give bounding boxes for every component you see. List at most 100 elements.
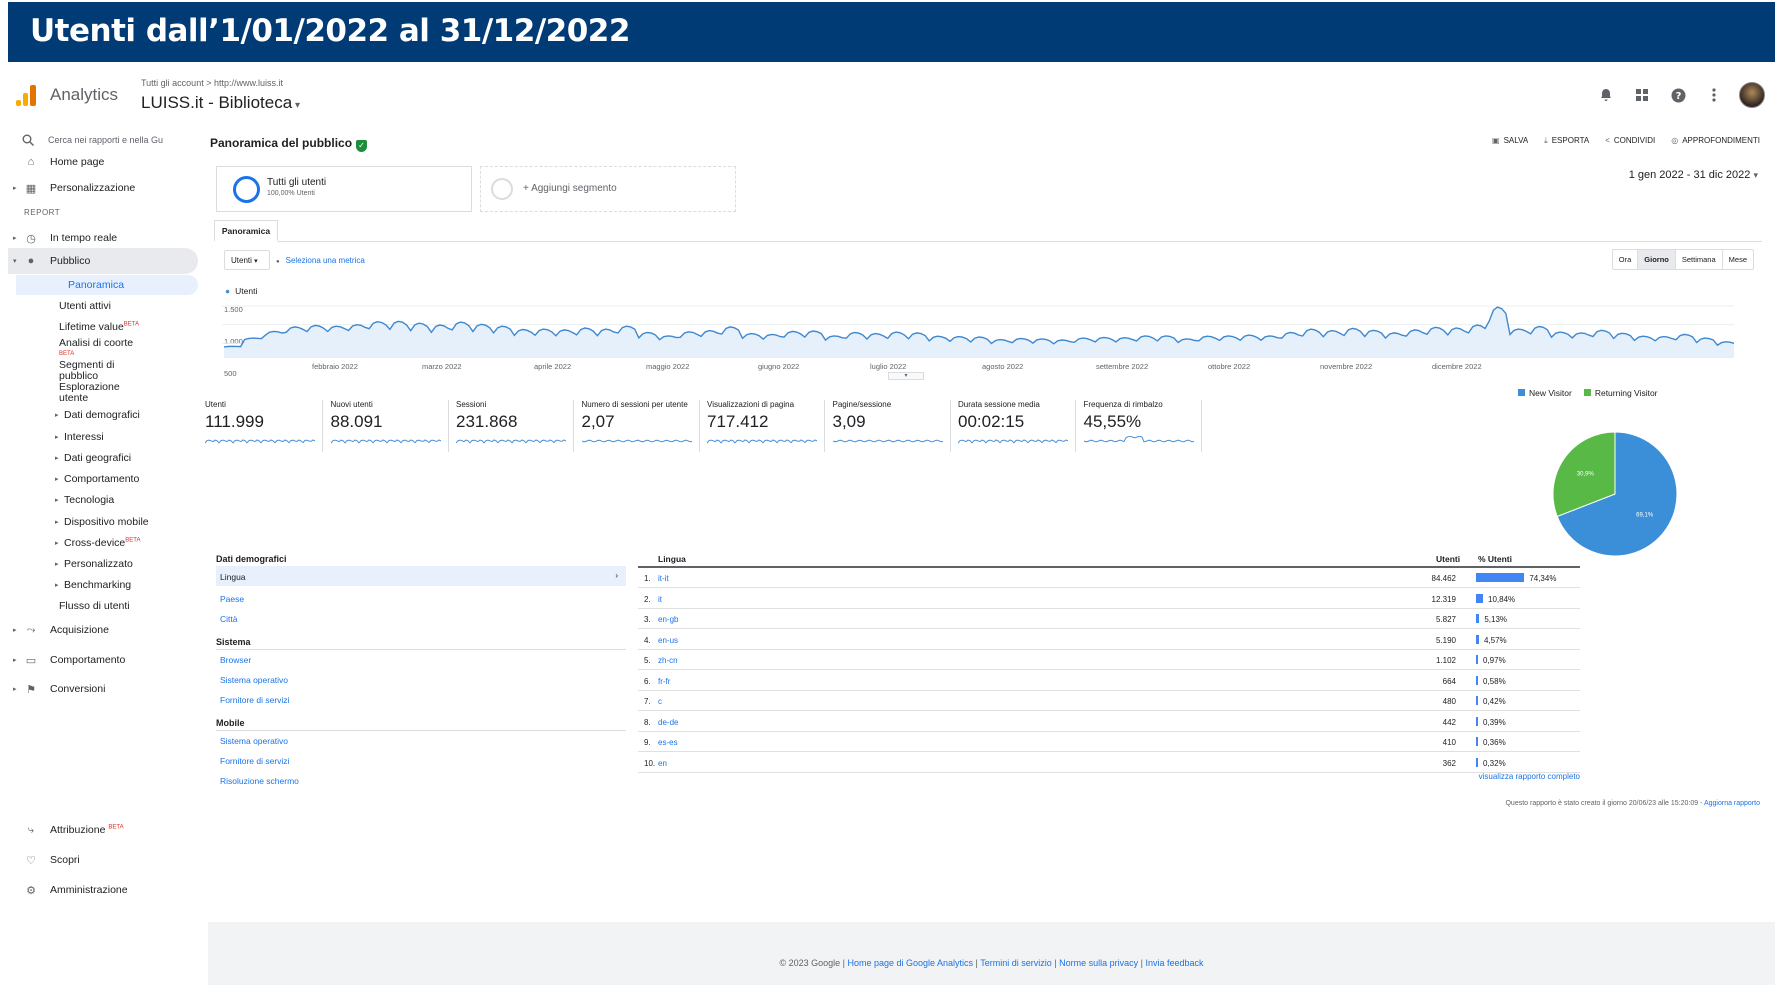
top-bar: Analytics Tutti gli account > http://www… (8, 72, 1775, 120)
mobile-item-os[interactable]: Sistema operativo (220, 736, 288, 746)
sidebar-item-home[interactable]: ⌂ Home page (8, 152, 198, 172)
sidebar-item-custom[interactable]: Personalizzato (55, 558, 133, 570)
kpi-card[interactable]: Numero di sessioni per utente 2,07 (581, 400, 700, 452)
tab-overview[interactable]: Panoramica (214, 220, 278, 242)
sidebar-item-user-explorer[interactable]: Esplorazione utente (59, 382, 129, 404)
kpi-label: Durata sessione media (958, 400, 1040, 409)
sidebar-item-active-users[interactable]: Utenti attivi (59, 300, 111, 312)
kpi-value: 231.868 (456, 412, 518, 431)
language-link[interactable]: c (658, 697, 662, 706)
kpi-card[interactable]: Nuovi utenti 88.091 (330, 400, 449, 452)
sidebar-item-customization[interactable]: ▸ ▦ Personalizzazione (8, 178, 198, 198)
kpi-card[interactable]: Visualizzazioni di pagina 717.412 (707, 400, 825, 452)
sidebar-item-admin[interactable]: ⚙ Amministrazione (8, 880, 198, 900)
more-icon[interactable] (1703, 84, 1725, 106)
full-report-link[interactable]: visualizza rapporto completo (1479, 772, 1580, 781)
sidebar-item-behavior-sub[interactable]: Comportamento (55, 473, 139, 485)
sidebar-item-mobile[interactable]: Dispositivo mobile (55, 516, 149, 528)
demographics-item-city[interactable]: Città (220, 614, 237, 624)
demographics-item-language[interactable]: Lingua › (216, 566, 626, 586)
sidebar-item-audience[interactable]: ▾ ● Pubblico (8, 248, 198, 274)
sidebar-item-cohort[interactable]: Analisi di coorte BETA (59, 338, 149, 360)
sidebar-item-attribution[interactable]: ⤷ Attribuzione BETA (8, 820, 198, 840)
bell-icon[interactable] (1595, 84, 1617, 106)
language-link[interactable]: it-it (658, 574, 669, 583)
system-item-provider[interactable]: Fornitore di servizi (220, 695, 289, 705)
pct-value: 0,36% (1483, 738, 1506, 747)
sidebar-item-behavior[interactable]: ▸ ▭ Comportamento (8, 650, 198, 670)
property-selector[interactable]: LUISS.it - Biblioteca ▾ (141, 93, 300, 113)
pct-bar (1476, 573, 1525, 582)
metric-dropdown[interactable]: Utenti ▾ (224, 250, 270, 270)
insights-label: APPROFONDIMENTI (1682, 136, 1760, 145)
sidebar-item-audience-segments[interactable]: Segmenti di pubblico (59, 360, 129, 382)
sidebar-item-users-flow[interactable]: Flusso di utenti (59, 600, 130, 612)
language-link[interactable]: fr-fr (658, 677, 670, 686)
language-link[interactable]: en-gb (658, 615, 678, 624)
language-link[interactable]: it (658, 595, 662, 604)
granularity-hour[interactable]: Ora (1613, 250, 1638, 269)
add-segment-button[interactable]: + Aggiungi segmento (480, 166, 736, 212)
kpi-card[interactable]: Durata sessione media 00:02:15 (958, 400, 1076, 452)
language-link[interactable]: de-de (658, 718, 678, 727)
export-button[interactable]: ⤓ ESPORTA (1544, 136, 1589, 146)
sidebar-item-cross-device[interactable]: Cross-deviceBETA (55, 537, 140, 549)
language-link[interactable]: en (658, 759, 667, 768)
date-range-picker[interactable]: 1 gen 2022 - 31 dic 2022 ▾ (1629, 169, 1758, 181)
pct-value: 0,32% (1483, 758, 1506, 768)
x-tick-label: dicembre 2022 (1432, 362, 1482, 371)
pct-bar (1476, 696, 1478, 705)
sidebar-search[interactable]: Cerca nei rapporti e nella Gu (22, 134, 163, 146)
granularity-month[interactable]: Mese (1721, 250, 1753, 269)
refresh-report-link[interactable]: Aggiorna rapporto (1704, 800, 1760, 807)
analytics-logo-icon[interactable] (16, 84, 38, 106)
breadcrumb[interactable]: Tutti gli account > http://www.luiss.it (141, 78, 283, 88)
language-link[interactable]: en-us (658, 636, 678, 645)
sidebar-item-demographics[interactable]: Dati demografici (55, 409, 140, 421)
footer-link-privacy[interactable]: Norme sulla privacy (1059, 958, 1138, 968)
sidebar-item-lifetime-value[interactable]: Lifetime valueBETA (59, 321, 139, 333)
footer-link-feedback[interactable]: Invia feedback (1145, 958, 1203, 968)
mobile-item-provider[interactable]: Fornitore di servizi (220, 756, 289, 766)
sidebar-item-technology[interactable]: Tecnologia (55, 494, 114, 506)
footer-link-terms[interactable]: Termini di servizio (980, 958, 1052, 968)
apps-icon[interactable] (1631, 84, 1653, 106)
sidebar-item-overview[interactable]: Panoramica (16, 275, 198, 295)
footer-link-home[interactable]: Home page di Google Analytics (847, 958, 973, 968)
language-link[interactable]: zh-cn (658, 656, 678, 665)
sidebar-item-benchmarking[interactable]: Benchmarking (55, 579, 131, 591)
sidebar-item-conversions[interactable]: ▸ ⚑ Conversioni (8, 679, 198, 699)
sidebar-item-interests[interactable]: Interessi (55, 431, 104, 443)
sidebar-item-label: Lifetime value (59, 321, 124, 333)
sidebar-item-realtime[interactable]: ▸ ◷ In tempo reale (8, 228, 198, 248)
demographics-item-country[interactable]: Paese (220, 594, 244, 604)
sidebar-item-discover[interactable]: ♡ Scopri (8, 850, 198, 870)
visitor-pie-chart[interactable]: 69,1% 30,9% (1530, 404, 1700, 574)
granularity-day[interactable]: Giorno (1637, 250, 1675, 269)
save-button[interactable]: ▣ SALVA (1492, 136, 1528, 146)
kpi-card[interactable]: Frequenza di rimbalzo 45,55% (1083, 400, 1202, 452)
search-input[interactable]: Cerca nei rapporti e nella Gu (48, 135, 163, 145)
kpi-card[interactable]: Sessioni 231.868 (456, 400, 574, 452)
sidebar-item-acquisition[interactable]: ▸ ⤳ Acquisizione (8, 620, 198, 640)
kpi-card[interactable]: Pagine/sessione 3,09 (832, 400, 951, 452)
pie-slice-label: 30,9% (1577, 472, 1595, 478)
avatar[interactable] (1739, 82, 1765, 108)
legend-label: Returning Visitor (1594, 388, 1658, 398)
chart-resize-handle[interactable]: ▾ (888, 372, 924, 380)
users-line-chart[interactable] (222, 298, 1742, 358)
language-link[interactable]: es-es (658, 738, 678, 747)
system-item-browser[interactable]: Browser (220, 655, 251, 665)
sidebar-item-geo[interactable]: Dati geografici (55, 452, 131, 464)
kpi-card[interactable]: Utenti 111.999 (205, 400, 323, 452)
insights-button[interactable]: ◎ APPROFONDIMENTI (1671, 136, 1760, 146)
system-item-os[interactable]: Sistema operativo (220, 675, 288, 685)
share-button[interactable]: < CONDIVIDI (1605, 136, 1655, 146)
demographics-item-label: Lingua (220, 572, 246, 582)
acquisition-icon: ⤳ (26, 623, 36, 636)
select-metric-link[interactable]: Seleziona una metrica (276, 256, 365, 265)
mobile-item-resolution[interactable]: Risoluzione schermo (220, 776, 299, 786)
segment-all-users[interactable]: Tutti gli utenti 100,00% Utenti (216, 166, 472, 212)
granularity-week[interactable]: Settimana (1674, 250, 1722, 269)
help-icon[interactable]: ? (1667, 84, 1689, 106)
